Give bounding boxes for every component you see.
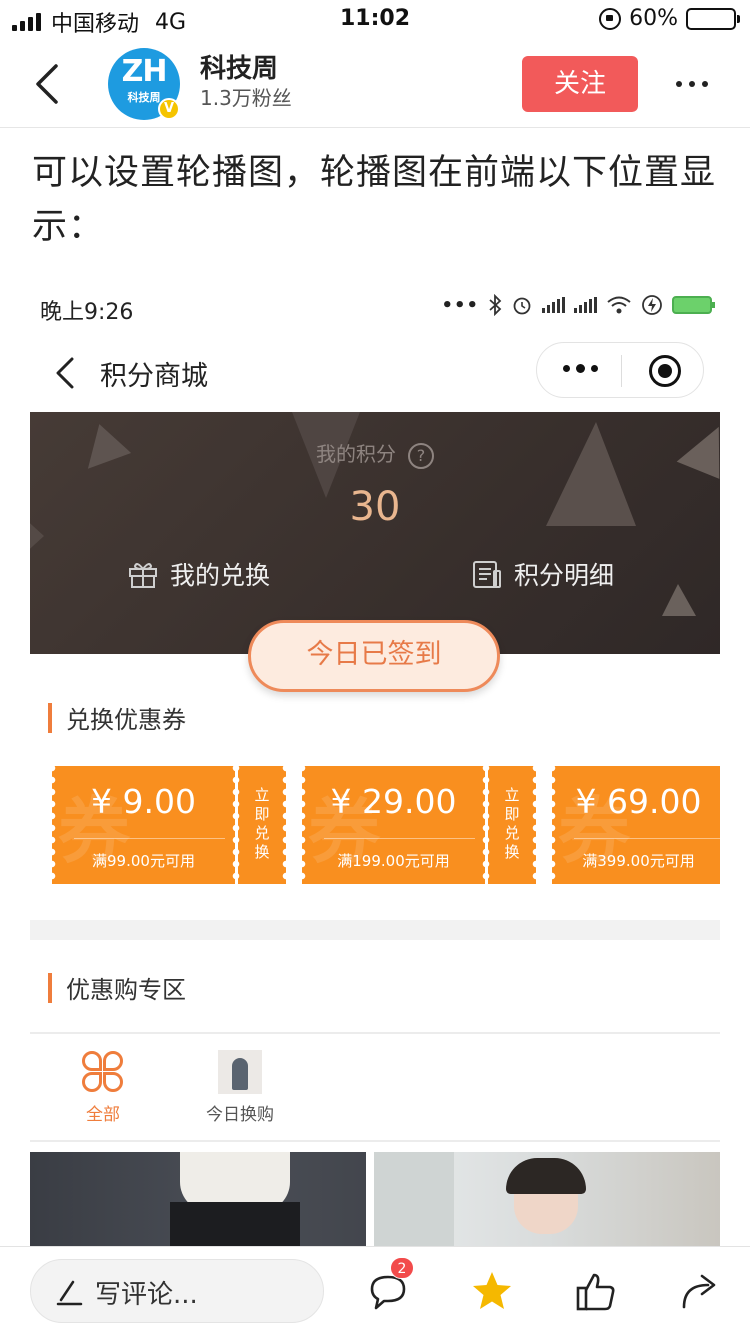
tab-all-label: 全部 <box>86 1105 120 1125</box>
signal-icon <box>574 297 597 313</box>
coupon-amount: ¥ 69.00 <box>575 782 702 821</box>
product-thumbnail <box>218 1050 262 1094</box>
section-accent-bar <box>48 972 52 1003</box>
coupon-amount: ¥ 29.00 <box>330 782 457 821</box>
coupon-section-header: 兑换优惠券 <box>48 700 186 735</box>
inner-status-time: 晚上9:26 <box>40 300 134 325</box>
status-right: 60% <box>599 6 740 31</box>
promo-section-title: 优惠购专区 <box>66 976 186 1004</box>
points-detail-label: 积分明细 <box>514 561 615 590</box>
bottom-action-bar: 写评论... 2 <box>0 1246 750 1334</box>
inner-battery-icon <box>672 296 715 314</box>
coupon-card[interactable]: 券 ¥ 69.00 满399.00元可用 <box>552 766 720 884</box>
capsule-close-icon[interactable] <box>649 355 681 387</box>
more-dots-icon: ••• <box>441 294 479 316</box>
tab-all[interactable]: 全部 <box>68 1050 138 1125</box>
charging-icon <box>642 295 662 315</box>
inner-nav-bar: 积分商城 <box>30 336 720 412</box>
tab-today-exchange[interactable]: 今日换购 <box>180 1050 300 1125</box>
signed-in-button[interactable]: 今日已签到 <box>248 620 500 692</box>
embedded-screenshot: 晚上9:26 ••• 积分商城 我的积分? 30 我的兑换 积分明细 今日已签到… <box>30 280 720 1246</box>
article-paragraph: 可以设置轮播图，轮播图在前端以下位置显示： <box>32 153 717 247</box>
battery-percent: 60% <box>629 6 678 31</box>
favorite-star-icon[interactable] <box>470 1269 514 1313</box>
clover-icon <box>81 1050 125 1094</box>
comment-placeholder: 写评论... <box>95 1280 198 1310</box>
avatar-logo-text: ZH <box>121 54 168 89</box>
inner-page-title: 积分商城 <box>100 361 208 392</box>
coupon-condition: 满199.00元可用 <box>337 852 450 870</box>
share-arrow-icon[interactable] <box>678 1269 722 1313</box>
more-options-icon[interactable] <box>676 81 708 87</box>
pen-icon <box>56 1280 83 1306</box>
miniprogram-capsule <box>536 342 704 398</box>
like-thumb-icon[interactable] <box>574 1269 618 1313</box>
section-accent-bar <box>48 702 52 733</box>
coupon-section-title: 兑换优惠券 <box>66 706 186 734</box>
back-arrow-icon[interactable] <box>30 62 70 106</box>
my-exchange-label: 我的兑换 <box>170 561 271 590</box>
wifi-icon <box>607 296 631 314</box>
tab-today-label: 今日换购 <box>206 1105 274 1125</box>
coupon-redeem-label: 立即兑换 <box>254 786 270 861</box>
points-detail-link[interactable]: 积分明细 <box>472 556 614 592</box>
rotation-lock-icon <box>599 7 622 30</box>
coupon-amount: ¥ 9.00 <box>91 782 196 821</box>
coupon-redeem-tab[interactable]: 立即兑换 <box>238 766 286 884</box>
capsule-more-icon[interactable] <box>563 364 598 373</box>
tab-top-divider <box>30 1032 720 1034</box>
gift-icon <box>129 563 157 588</box>
my-exchange-link[interactable]: 我的兑换 <box>128 556 270 592</box>
hd-signal-icon <box>542 297 565 313</box>
fan-count: 1.3万粉丝 <box>200 86 292 110</box>
account-info[interactable]: 科技周 1.3万粉丝 <box>200 54 292 112</box>
inner-status-icons: ••• <box>441 294 715 316</box>
points-label-row: 我的积分? <box>30 438 720 469</box>
account-name: 科技周 <box>200 54 279 84</box>
alarm-icon <box>513 297 531 315</box>
promo-section-header: 优惠购专区 <box>48 970 186 1005</box>
inner-back-icon[interactable] <box>52 356 78 390</box>
coupon-condition: 满99.00元可用 <box>92 852 195 870</box>
points-value: 30 <box>349 484 401 530</box>
coupon-main: 券 ¥ 29.00 满199.00元可用 <box>302 766 485 884</box>
battery-icon <box>686 7 740 30</box>
follow-button[interactable]: 关注 <box>522 56 638 112</box>
bluetooth-icon <box>489 294 502 316</box>
product-image[interactable] <box>30 1152 366 1246</box>
help-icon[interactable]: ? <box>408 442 434 469</box>
coupon-main: 券 ¥ 9.00 满99.00元可用 <box>52 766 235 884</box>
verified-badge-icon: V <box>158 98 180 120</box>
comment-count-badge: 2 <box>390 1257 414 1279</box>
points-label: 我的积分 <box>316 442 396 466</box>
comment-input[interactable]: 写评论... <box>30 1259 324 1323</box>
coupon-redeem-label: 立即兑换 <box>504 786 520 861</box>
status-bar: 中国移动 4G 11:02 60% <box>0 0 750 40</box>
section-divider <box>30 920 720 940</box>
coupon-main: 券 ¥ 69.00 满399.00元可用 <box>552 766 720 884</box>
decor-triangle <box>662 584 696 616</box>
capsule-divider <box>621 355 622 387</box>
article-header: ZH 科技周 V 科技周 1.3万粉丝 关注 <box>0 42 750 128</box>
ledger-icon <box>473 561 501 588</box>
coupon-condition: 满399.00元可用 <box>582 852 695 870</box>
tab-bottom-divider <box>30 1140 720 1142</box>
coupon-card[interactable]: 券 ¥ 9.00 满99.00元可用 立即兑换 <box>48 762 290 888</box>
product-image[interactable] <box>374 1152 720 1246</box>
coupon-redeem-tab[interactable]: 立即兑换 <box>488 766 536 884</box>
points-banner: 我的积分? 30 我的兑换 积分明细 <box>30 412 720 654</box>
coupon-card[interactable]: 券 ¥ 29.00 满199.00元可用 立即兑换 <box>298 762 540 888</box>
inner-status-bar: 晚上9:26 ••• <box>30 280 720 336</box>
